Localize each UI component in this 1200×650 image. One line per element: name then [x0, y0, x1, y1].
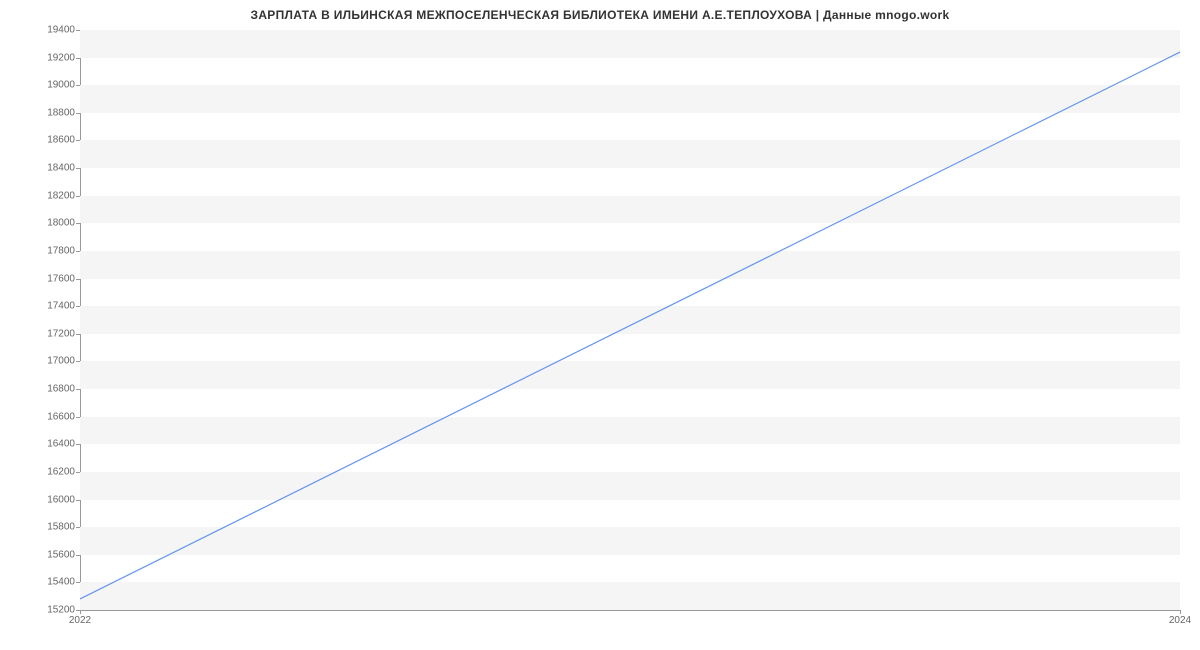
y-tick-label: 18400 [15, 163, 75, 174]
x-axis [80, 610, 1180, 611]
y-tick-mark [76, 444, 80, 445]
y-tick-mark [76, 417, 80, 418]
x-tick-label: 2024 [1169, 615, 1191, 626]
y-tick-label: 16200 [15, 466, 75, 477]
y-tick-mark [76, 113, 80, 114]
data-line [80, 30, 1180, 610]
y-tick-label: 17000 [15, 356, 75, 367]
y-tick-label: 16600 [15, 411, 75, 422]
y-tick-label: 18600 [15, 135, 75, 146]
y-tick-mark [76, 389, 80, 390]
plot-area [80, 30, 1180, 610]
y-tick-label: 16400 [15, 439, 75, 450]
y-tick-label: 17400 [15, 301, 75, 312]
y-tick-label: 18000 [15, 218, 75, 229]
chart-title: ЗАРПЛАТА В ИЛЬИНСКАЯ МЕЖПОСЕЛЕНЧЕСКАЯ БИ… [0, 8, 1200, 22]
y-tick-mark [76, 85, 80, 86]
y-tick-mark [76, 251, 80, 252]
y-tick-label: 15200 [15, 605, 75, 616]
y-tick-mark [76, 168, 80, 169]
y-tick-label: 17800 [15, 245, 75, 256]
x-tick-mark [80, 610, 81, 614]
y-tick-label: 18800 [15, 107, 75, 118]
y-tick-mark [76, 361, 80, 362]
y-tick-label: 15400 [15, 577, 75, 588]
y-tick-label: 15800 [15, 522, 75, 533]
y-tick-mark [76, 58, 80, 59]
y-tick-label: 19400 [15, 25, 75, 36]
y-tick-mark [76, 30, 80, 31]
y-tick-mark [76, 555, 80, 556]
y-tick-mark [76, 334, 80, 335]
y-tick-mark [76, 279, 80, 280]
y-tick-label: 15600 [15, 549, 75, 560]
y-tick-mark [76, 196, 80, 197]
x-tick-mark [1180, 610, 1181, 614]
y-tick-label: 16800 [15, 384, 75, 395]
y-tick-mark [76, 306, 80, 307]
y-tick-label: 16000 [15, 494, 75, 505]
y-tick-mark [76, 223, 80, 224]
y-tick-label: 17600 [15, 273, 75, 284]
y-tick-mark [76, 527, 80, 528]
y-tick-mark [76, 500, 80, 501]
y-tick-mark [76, 140, 80, 141]
y-tick-label: 18200 [15, 190, 75, 201]
chart-container: ЗАРПЛАТА В ИЛЬИНСКАЯ МЕЖПОСЕЛЕНЧЕСКАЯ БИ… [0, 0, 1200, 650]
x-tick-label: 2022 [69, 615, 91, 626]
y-tick-label: 19000 [15, 80, 75, 91]
y-tick-mark [76, 472, 80, 473]
y-tick-mark [76, 582, 80, 583]
y-tick-label: 19200 [15, 52, 75, 63]
y-tick-label: 17200 [15, 328, 75, 339]
